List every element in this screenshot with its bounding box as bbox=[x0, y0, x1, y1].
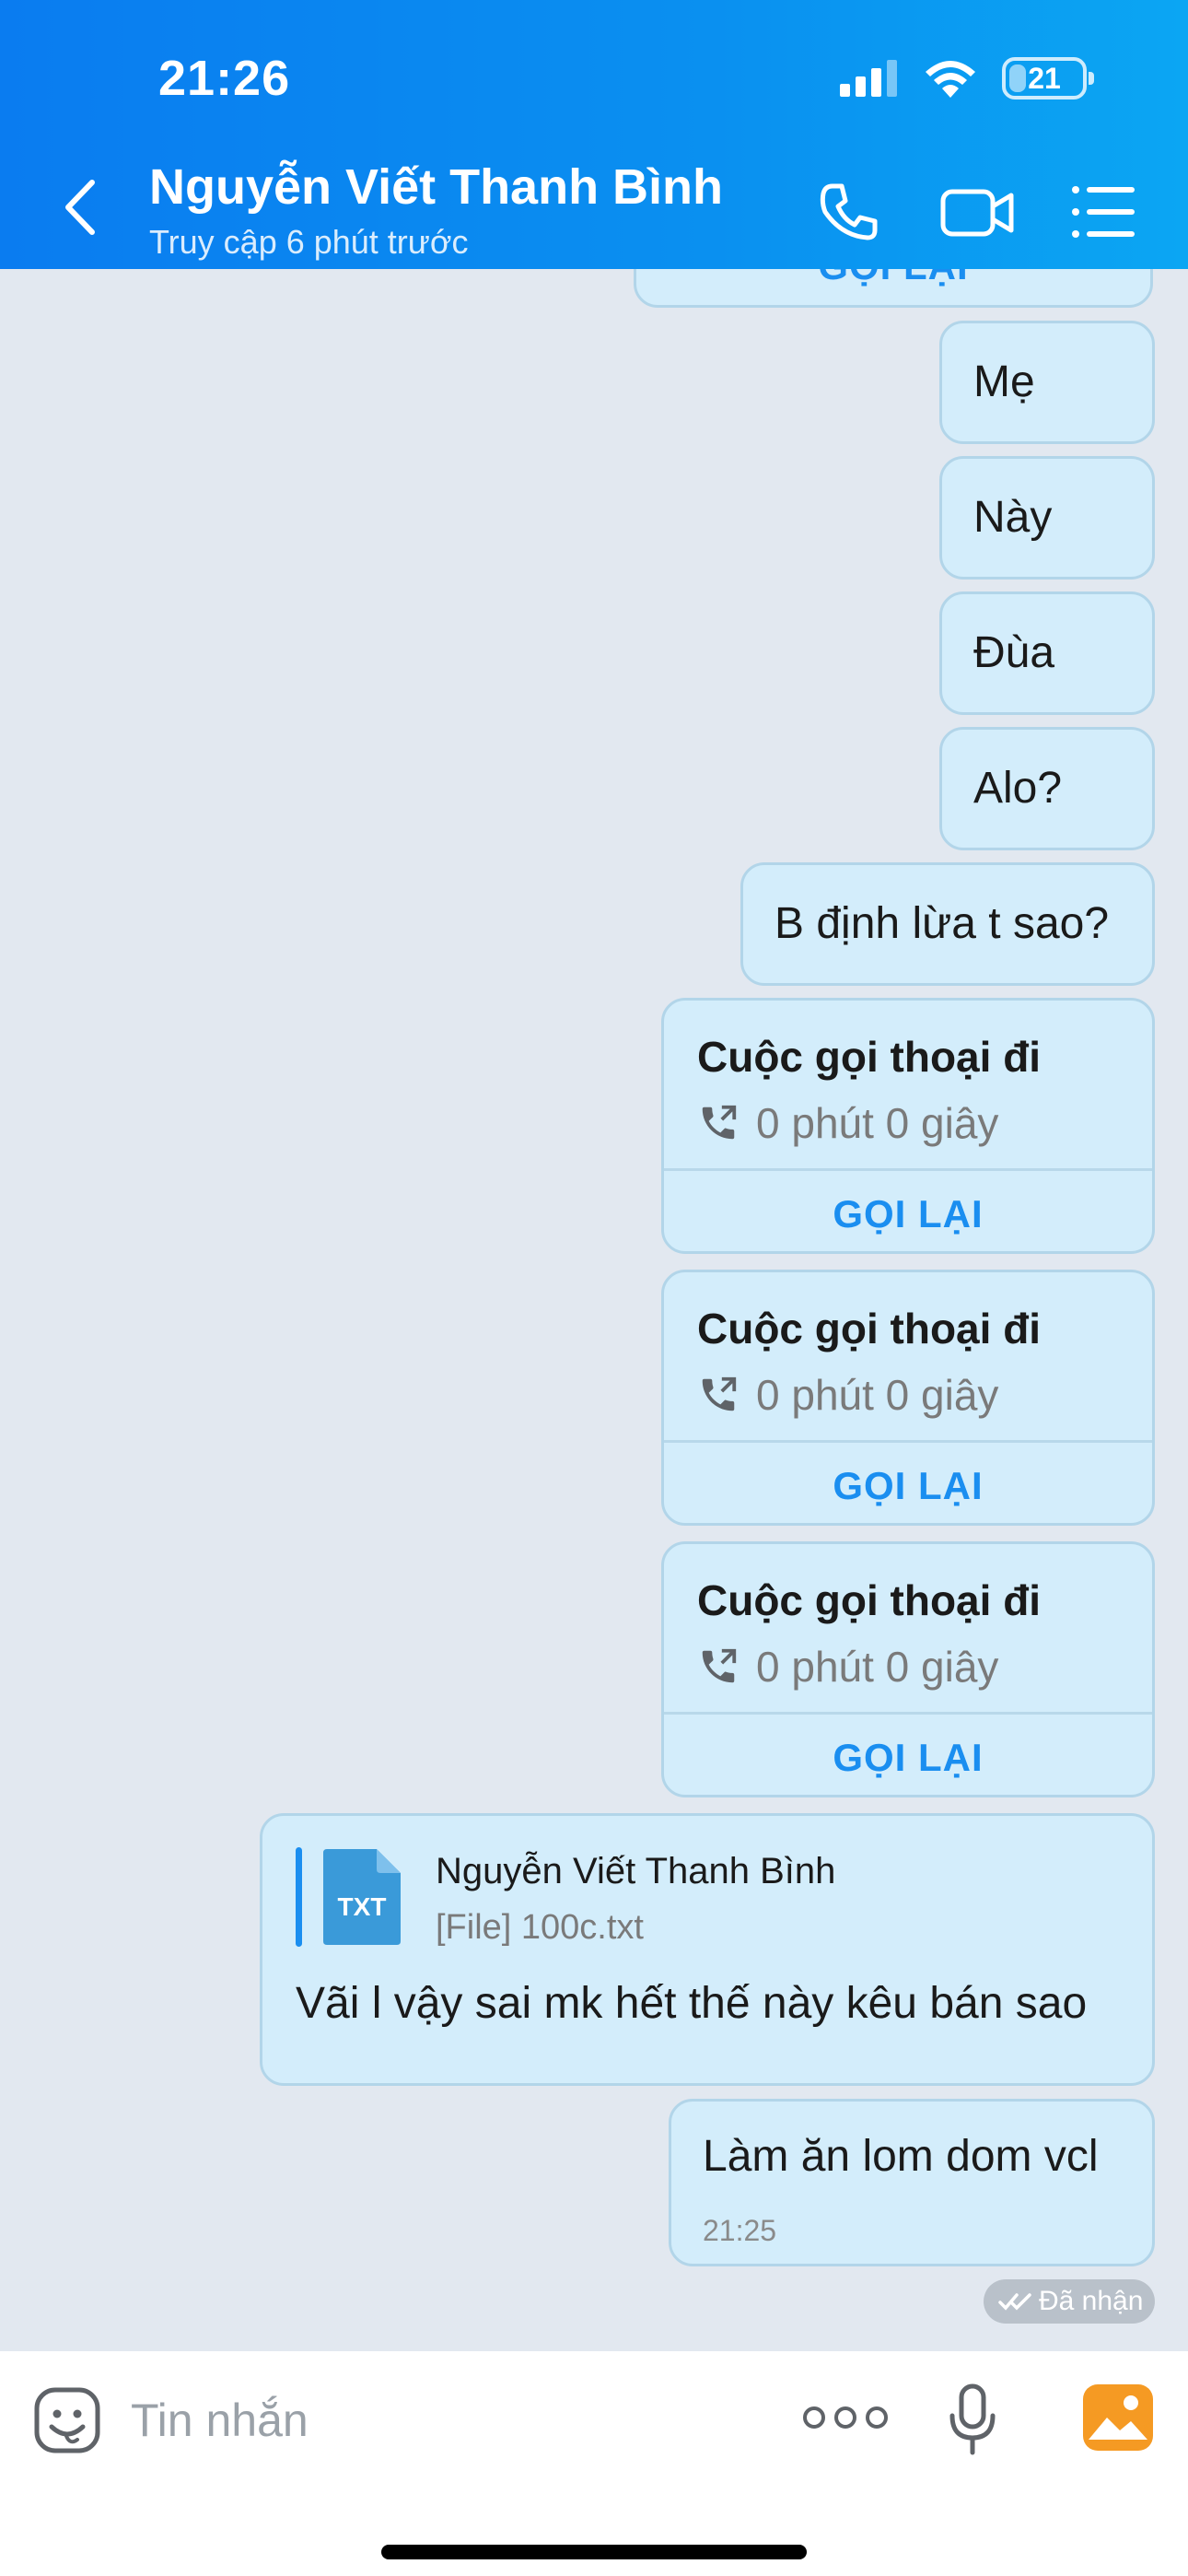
sticker-emoji-icon[interactable] bbox=[33, 2386, 101, 2454]
phone-outgoing-icon bbox=[702, 1648, 737, 1683]
chat-header: 21:26 21 Nguyễn Viết Thanh Bình Truy cập… bbox=[0, 0, 1188, 269]
delivery-status-badge: Đã nhận bbox=[984, 2279, 1155, 2324]
call-duration: 0 phút 0 giây bbox=[756, 1643, 999, 1691]
phone-outgoing-icon bbox=[702, 1105, 737, 1140]
call-duration: 0 phút 0 giây bbox=[756, 1371, 999, 1419]
contact-name[interactable]: Nguyễn Viết Thanh Bình bbox=[149, 158, 723, 216]
call-title: Cuộc gọi thoại đi bbox=[697, 1576, 1042, 1624]
call-title: Cuộc gọi thoại đi bbox=[697, 1033, 1042, 1081]
call-bubble: Cuộc gọi thoại đi 0 phút 0 giây GỌI LẠI bbox=[661, 1541, 1155, 1797]
divider bbox=[664, 1712, 1152, 1715]
txt-file-icon[interactable]: TXT bbox=[323, 1849, 401, 1945]
video-call-icon[interactable] bbox=[939, 175, 1017, 249]
message-input-bar bbox=[0, 2351, 1188, 2576]
phone-outgoing-icon bbox=[702, 1376, 737, 1411]
call-title: Cuộc gọi thoại đi bbox=[697, 1305, 1042, 1352]
message-bubble: B định lừa t sao? bbox=[740, 862, 1155, 986]
recall-button[interactable]: GỌI LẠI bbox=[664, 1172, 1152, 1251]
cellular-signal-icon bbox=[840, 60, 897, 97]
message-text: Đùa bbox=[973, 628, 1055, 677]
message-text: Alo? bbox=[973, 764, 1063, 813]
reply-message-bubble: TXT Nguyễn Viết Thanh Bình [File] 100c.t… bbox=[260, 1813, 1155, 2086]
message-timestamp: 21:25 bbox=[703, 2214, 777, 2247]
message-bubble: Này bbox=[939, 456, 1155, 580]
double-check-icon bbox=[998, 2293, 1031, 2311]
quote-bar bbox=[296, 1847, 302, 1947]
microphone-icon[interactable] bbox=[949, 2383, 996, 2458]
message-bubble: Mẹ bbox=[939, 321, 1155, 444]
delivery-status-text: Đã nhận bbox=[1039, 2286, 1144, 2316]
message-text: Vãi l vậy sai mk hết thế này kêu bán sao bbox=[296, 1979, 1088, 2028]
wifi-icon bbox=[926, 61, 975, 98]
status-time: 21:26 bbox=[158, 51, 291, 106]
quoted-sender-name: Nguyễn Viết Thanh Bình bbox=[436, 1851, 836, 1891]
home-indicator[interactable] bbox=[381, 2545, 807, 2559]
recall-button[interactable]: GỌI LẠI bbox=[664, 1715, 1152, 1795]
menu-list-icon[interactable] bbox=[1068, 175, 1138, 249]
status-icons: 21 bbox=[840, 57, 1094, 100]
message-text: Làm ăn lom dom vcl bbox=[703, 2132, 1099, 2181]
message-bubble: Đùa bbox=[939, 591, 1155, 715]
call-duration: 0 phút 0 giây bbox=[756, 1099, 999, 1147]
battery-percentage: 21 bbox=[1028, 62, 1061, 95]
more-options-icon[interactable] bbox=[801, 2399, 890, 2436]
message-text: Này bbox=[973, 493, 1053, 542]
image-gallery-icon[interactable] bbox=[1083, 2384, 1153, 2451]
file-type-label: TXT bbox=[338, 1892, 387, 1921]
message-bubble: Làm ăn lom dom vcl 21:25 bbox=[669, 2099, 1155, 2266]
battery-cap bbox=[1089, 72, 1094, 85]
message-text: B định lừa t sao? bbox=[775, 899, 1110, 948]
divider bbox=[664, 1440, 1152, 1443]
message-input[interactable] bbox=[131, 2379, 720, 2462]
recall-button[interactable]: GỌI LẠI bbox=[664, 1444, 1152, 1523]
last-active-status: Truy cập 6 phút trước bbox=[149, 223, 469, 261]
battery-icon: 21 bbox=[1002, 57, 1094, 100]
call-bubble: Cuộc gọi thoại đi 0 phút 0 giây GỌI LẠI bbox=[661, 998, 1155, 1254]
call-bubble: Cuộc gọi thoại đi 0 phút 0 giây GỌI LẠI bbox=[661, 1270, 1155, 1526]
divider bbox=[664, 1168, 1152, 1171]
quoted-file-name[interactable]: [File] 100c.txt bbox=[436, 1908, 644, 1948]
message-text: Mẹ bbox=[973, 357, 1035, 406]
voice-call-icon[interactable] bbox=[812, 175, 886, 249]
back-arrow-icon[interactable] bbox=[53, 175, 109, 240]
message-bubble: Alo? bbox=[939, 727, 1155, 850]
